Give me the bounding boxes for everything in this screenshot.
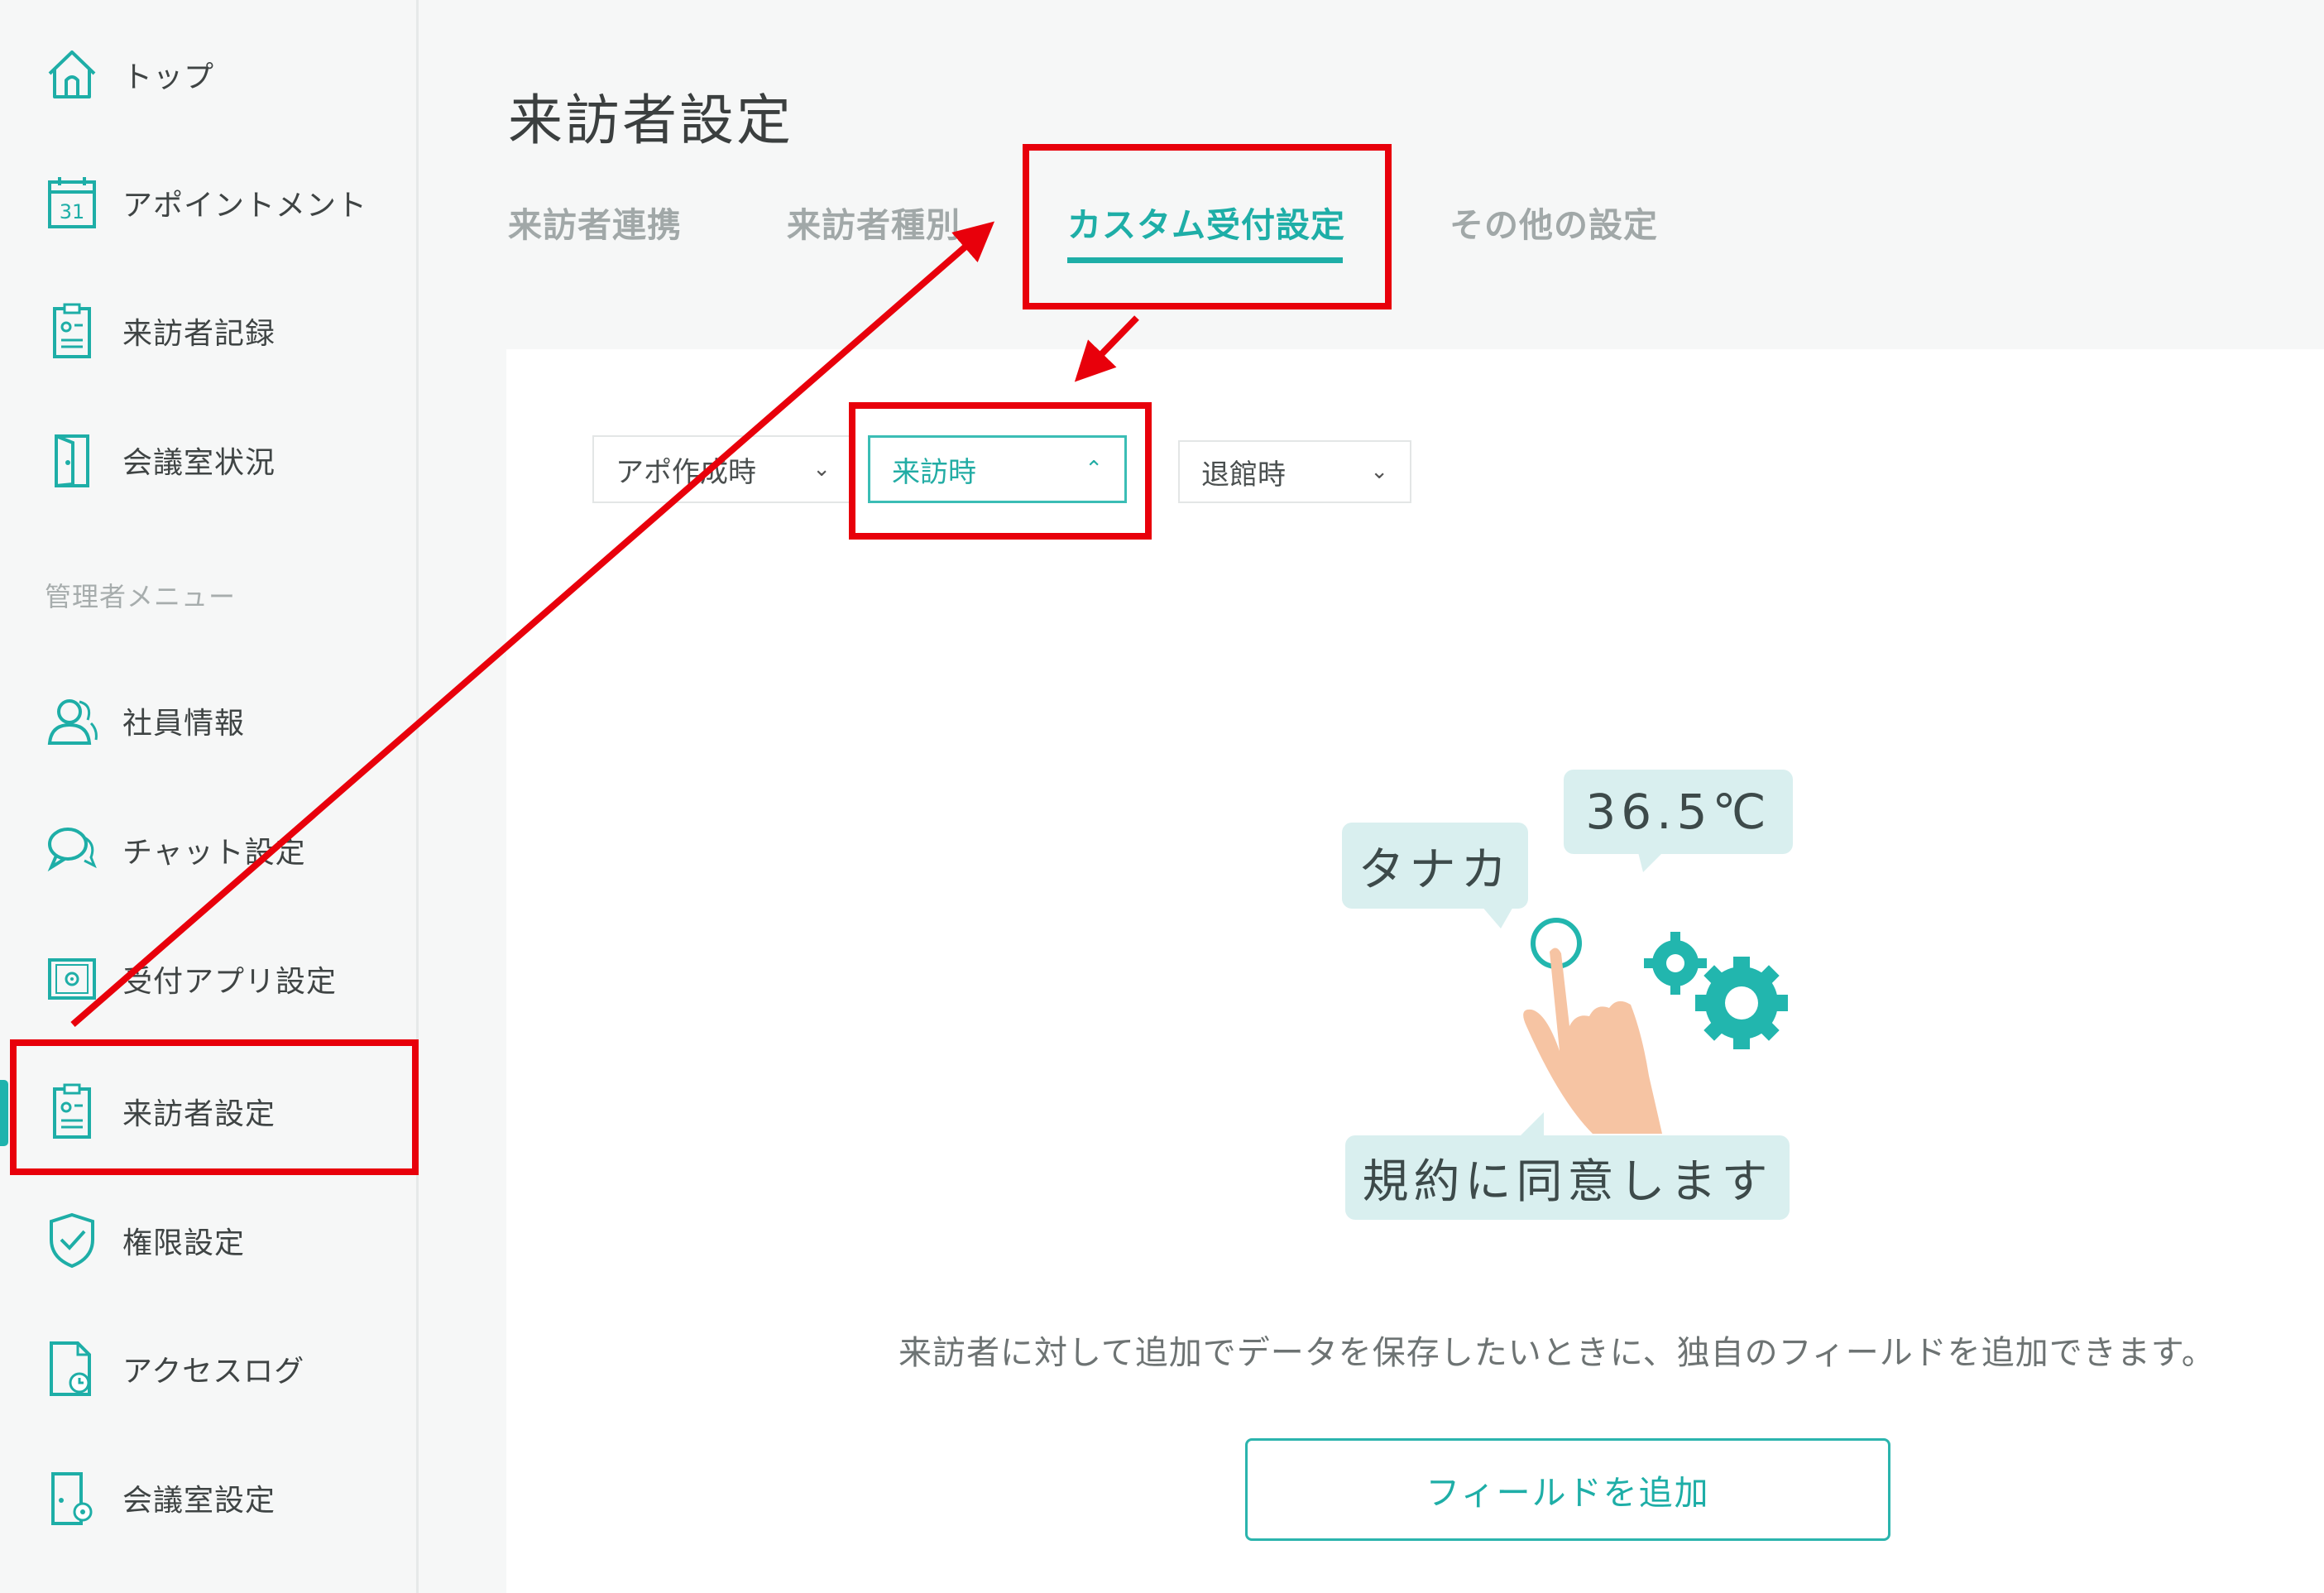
annotation-arrows	[70, 221, 1139, 1028]
annotation-arrow-tab-to-dropdown	[1074, 315, 1139, 382]
annotation-arrow-sidebar-to-tab	[70, 221, 995, 1028]
